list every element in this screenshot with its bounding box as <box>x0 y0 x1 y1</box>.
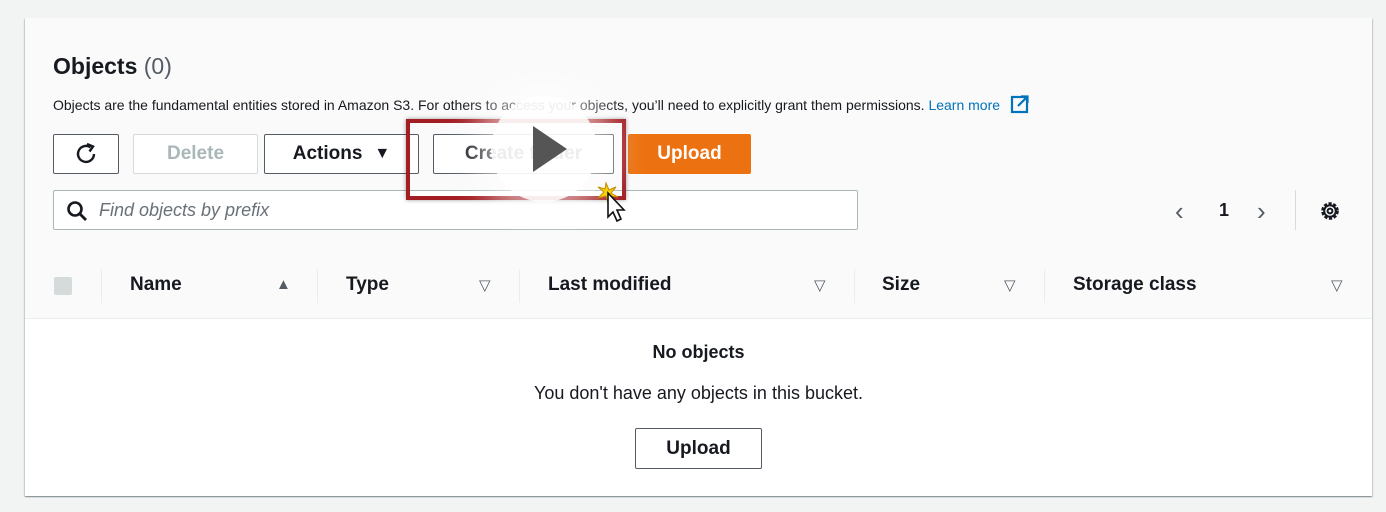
play-button[interactable] <box>491 96 597 202</box>
column-separator <box>519 269 520 303</box>
pagination-divider <box>1295 190 1296 230</box>
column-separator <box>317 269 318 303</box>
upload-label: Upload <box>657 143 722 164</box>
object-count: (0) <box>143 53 172 79</box>
current-page-number[interactable]: 1 <box>1219 200 1229 221</box>
caret-down-icon: ▼ <box>374 145 391 162</box>
sort-icon[interactable]: ▽ <box>814 276 826 294</box>
play-icon <box>533 126 567 172</box>
upload-button[interactable]: Upload <box>628 134 751 174</box>
title-text: Objects <box>53 53 138 79</box>
refresh-button[interactable] <box>53 134 119 174</box>
column-header-last-modified[interactable]: Last modified <box>548 274 672 296</box>
column-separator <box>1044 269 1045 303</box>
actions-dropdown[interactable]: Actions ▼ <box>264 134 419 174</box>
sort-icon[interactable]: ▽ <box>1004 276 1016 294</box>
empty-state-title: No objects <box>652 342 745 362</box>
table-header: Name ▲ Type ▽ Last modified ▽ Size ▽ Sto… <box>25 252 1372 319</box>
column-separator <box>101 269 102 303</box>
empty-upload-label: Upload <box>666 437 731 459</box>
actions-label: Actions <box>292 143 363 164</box>
sort-icon[interactable]: ▽ <box>1331 276 1343 294</box>
next-page-button[interactable]: › <box>1257 196 1266 227</box>
empty-upload-button[interactable]: Upload <box>635 428 762 469</box>
gear-icon[interactable] <box>1318 199 1342 223</box>
previous-page-button[interactable]: ‹ <box>1175 196 1184 227</box>
sort-ascending-icon[interactable]: ▲ <box>276 276 291 293</box>
column-header-name[interactable]: Name <box>130 274 182 296</box>
refresh-icon <box>76 142 96 164</box>
description-text: Objects are the fundamental entities sto… <box>53 97 925 113</box>
select-all-checkbox[interactable] <box>54 277 72 295</box>
delete-button[interactable]: Delete <box>133 134 258 174</box>
objects-header: Objects (0) Objects are the fundamental … <box>25 18 1372 253</box>
cursor-icon <box>596 181 626 223</box>
page-title: Objects (0) <box>53 52 172 80</box>
column-separator <box>854 269 855 303</box>
column-header-size[interactable]: Size <box>882 274 920 296</box>
column-header-type[interactable]: Type <box>346 274 389 296</box>
delete-label: Delete <box>166 143 225 164</box>
learn-more-link[interactable]: Learn more <box>928 97 1000 113</box>
external-link-icon[interactable] <box>1010 94 1030 119</box>
empty-state-message: You don't have any objects in this bucke… <box>534 383 863 403</box>
search-icon <box>67 201 87 221</box>
objects-panel: Objects (0) Objects are the fundamental … <box>25 18 1372 496</box>
sort-icon[interactable]: ▽ <box>479 276 491 294</box>
column-header-storage-class[interactable]: Storage class <box>1073 274 1197 296</box>
